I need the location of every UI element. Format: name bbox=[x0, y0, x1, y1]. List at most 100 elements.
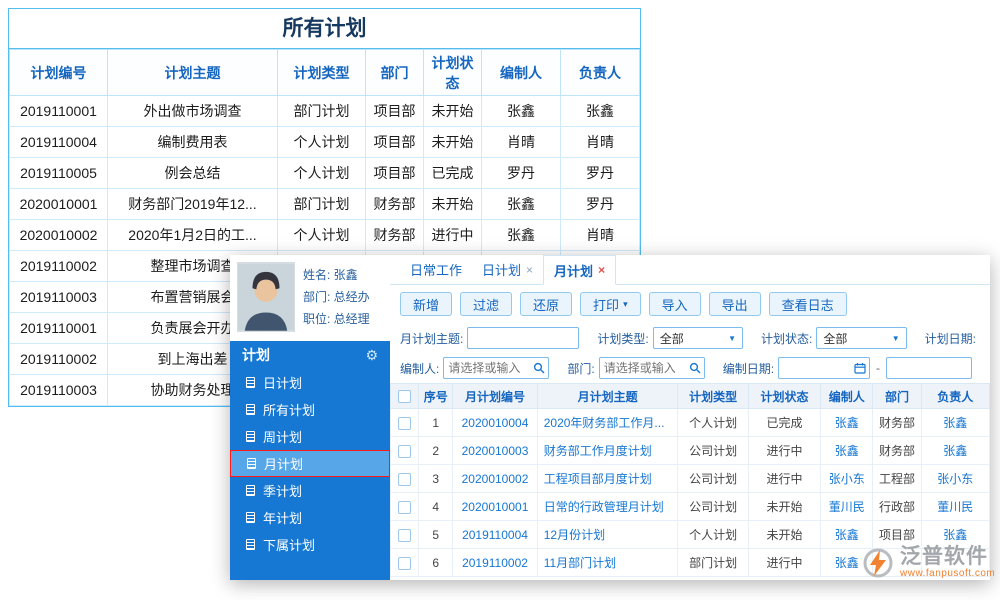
column-header: 计划状态 bbox=[748, 384, 820, 409]
status-filter-label: 计划状态: bbox=[761, 330, 812, 347]
tab-monthly-plan[interactable]: 月计划× bbox=[543, 255, 616, 285]
import-button[interactable]: 导入 bbox=[649, 292, 701, 316]
sidebar-item-subordinate[interactable]: 下属计划 bbox=[230, 531, 390, 558]
sidebar-item-quarterly[interactable]: 季计划 bbox=[230, 477, 390, 504]
column-header: 部门 bbox=[873, 384, 921, 409]
table-row[interactable]: 2019110001外出做市场调查部门计划项目部未开始张鑫张鑫 bbox=[10, 96, 640, 127]
row-checkbox[interactable] bbox=[398, 473, 411, 486]
compile-date-filter-label: 编制日期: bbox=[723, 360, 774, 377]
document-icon bbox=[246, 512, 255, 523]
plan-subject-link[interactable]: 财务部工作月度计划 bbox=[537, 437, 678, 465]
cell: 项目部 bbox=[366, 127, 424, 158]
table-row[interactable]: 42020010001日常的行政管理月计划公司计划未开始董川民行政部董川民 bbox=[391, 493, 990, 521]
sidebar-item-monthly[interactable]: 月计划 bbox=[230, 450, 390, 477]
compiler-link[interactable]: 张鑫 bbox=[821, 437, 873, 465]
plan-date-filter-label: 计划日期: bbox=[925, 330, 976, 347]
row-checkbox[interactable] bbox=[398, 417, 411, 430]
table-row[interactable]: 120200100042020年财务部工作月...个人计划已完成张鑫财务部张鑫 bbox=[391, 409, 990, 437]
owner-link[interactable]: 董川民 bbox=[921, 493, 989, 521]
close-icon[interactable]: × bbox=[598, 264, 605, 276]
table-row[interactable]: 2019110004编制费用表个人计划项目部未开始肖晴肖晴 bbox=[10, 127, 640, 158]
plan-code-link[interactable]: 2020010002 bbox=[453, 465, 537, 493]
tab-daily-plan[interactable]: 日计划 × bbox=[472, 255, 543, 284]
plan-code-link[interactable]: 2020010004 bbox=[453, 409, 537, 437]
cell: 罗丹 bbox=[561, 189, 640, 220]
filter-button[interactable]: 过滤 bbox=[460, 292, 512, 316]
profile-card: 姓名: 张鑫 部门: 总经办 职位: 总经理 bbox=[230, 255, 390, 341]
gear-icon[interactable]: ⚙ bbox=[365, 347, 378, 364]
plan-code-link[interactable]: 2020010001 bbox=[453, 493, 537, 521]
status-filter-select[interactable]: 全部 ▼ bbox=[816, 327, 906, 349]
plan-status-cell: 进行中 bbox=[748, 465, 820, 493]
chevron-down-icon: ▼ bbox=[728, 334, 736, 343]
plan-subject-link[interactable]: 日常的行政管理月计划 bbox=[537, 493, 678, 521]
sidebar-item-yearly[interactable]: 年计划 bbox=[230, 504, 390, 531]
plan-code-link[interactable]: 2019110002 bbox=[453, 549, 537, 577]
compiler-filter-label: 编制人: bbox=[400, 360, 439, 377]
compiler-link[interactable]: 张鑫 bbox=[821, 409, 873, 437]
add-button[interactable]: 新增 bbox=[400, 292, 452, 316]
sidebar-item-weekly[interactable]: 周计划 bbox=[230, 423, 390, 450]
toolbar: 新增过滤还原打印▾ 导入导出查看日志 bbox=[390, 285, 990, 323]
cell: 外出做市场调查 bbox=[108, 96, 278, 127]
cell: 未开始 bbox=[424, 127, 482, 158]
plan-subject-link[interactable]: 11月部门计划 bbox=[537, 549, 678, 577]
row-checkbox[interactable] bbox=[398, 557, 411, 570]
serial-cell: 3 bbox=[419, 465, 453, 493]
print-button[interactable]: 打印▾ bbox=[580, 292, 641, 316]
row-checkbox[interactable] bbox=[398, 529, 411, 542]
plan-subject-link[interactable]: 12月份计划 bbox=[537, 521, 678, 549]
cell: 2020010001 bbox=[10, 189, 108, 220]
dept-filter-label: 部门: bbox=[567, 360, 594, 377]
cell: 肖晴 bbox=[561, 220, 640, 251]
compiler-link[interactable]: 董川民 bbox=[821, 493, 873, 521]
table-row[interactable]: 20200100022020年1月2日的工...个人计划财务部进行中张鑫肖晴 bbox=[10, 220, 640, 251]
row-checkbox[interactable] bbox=[398, 445, 411, 458]
compile-date-start-input[interactable] bbox=[778, 357, 870, 379]
owner-link[interactable]: 张鑫 bbox=[921, 409, 989, 437]
dept-cell: 财务部 bbox=[873, 409, 921, 437]
table-row[interactable]: 2020010001财务部门2019年12...部门计划财务部未开始张鑫罗丹 bbox=[10, 189, 640, 220]
select-all-cell bbox=[391, 384, 419, 409]
table-row[interactable]: 32020010002工程项目部月度计划公司计划进行中张小东工程部张小东 bbox=[391, 465, 990, 493]
cell: 2019110001 bbox=[10, 313, 108, 344]
subject-filter-input[interactable] bbox=[467, 327, 579, 349]
compile-date-end-input[interactable] bbox=[886, 357, 972, 379]
sidebar-item-daily[interactable]: 日计划 bbox=[230, 369, 390, 396]
close-icon[interactable]: × bbox=[526, 264, 533, 276]
view-log-button[interactable]: 查看日志 bbox=[769, 292, 847, 316]
plan-code-link[interactable]: 2019110004 bbox=[453, 521, 537, 549]
table-row[interactable]: 2019110005例会总结个人计划项目部已完成罗丹罗丹 bbox=[10, 158, 640, 189]
cell: 罗丹 bbox=[482, 158, 561, 189]
export-button[interactable]: 导出 bbox=[709, 292, 761, 316]
select-all-checkbox[interactable] bbox=[398, 390, 411, 403]
type-filter-select[interactable]: 全部 ▼ bbox=[653, 327, 743, 349]
table-row[interactable]: 22020010003财务部工作月度计划公司计划进行中张鑫财务部张鑫 bbox=[391, 437, 990, 465]
owner-link[interactable]: 张鑫 bbox=[921, 437, 989, 465]
compiler-filter-input[interactable] bbox=[443, 357, 549, 379]
tab-daily-work[interactable]: 日常工作 bbox=[400, 255, 472, 284]
row-checkbox[interactable] bbox=[398, 501, 411, 514]
plan-subject-link[interactable]: 2020年财务部工作月... bbox=[537, 409, 678, 437]
compiler-link[interactable]: 张小东 bbox=[821, 465, 873, 493]
checkbox-cell bbox=[391, 409, 419, 437]
restore-button[interactable]: 还原 bbox=[520, 292, 572, 316]
plan-subject-link[interactable]: 工程项目部月度计划 bbox=[537, 465, 678, 493]
plan-code-link[interactable]: 2020010003 bbox=[453, 437, 537, 465]
sidebar-item-label: 月计划 bbox=[264, 454, 303, 473]
cell: 财务部门2019年12... bbox=[108, 189, 278, 220]
main-area: 日常工作日计划×月计划× 新增过滤还原打印▾导入导出查看日志 月计划主题: 计划… bbox=[390, 255, 990, 580]
owner-link[interactable]: 张小东 bbox=[921, 465, 989, 493]
column-header: 月计划编号 bbox=[453, 384, 537, 409]
cell: 部门计划 bbox=[278, 96, 366, 127]
profile-name: 姓名: 张鑫 bbox=[303, 264, 370, 286]
sidebar-item-all[interactable]: 所有计划 bbox=[230, 396, 390, 423]
tab-label: 日计划 bbox=[482, 260, 521, 279]
serial-cell: 6 bbox=[419, 549, 453, 577]
compiler-link[interactable]: 张鑫 bbox=[821, 521, 873, 549]
plan-status-cell: 未开始 bbox=[748, 493, 820, 521]
tab-bar: 日常工作日计划×月计划× bbox=[390, 255, 990, 285]
dept-filter-input[interactable] bbox=[599, 357, 705, 379]
dept-cell: 行政部 bbox=[873, 493, 921, 521]
cell: 张鑫 bbox=[561, 96, 640, 127]
